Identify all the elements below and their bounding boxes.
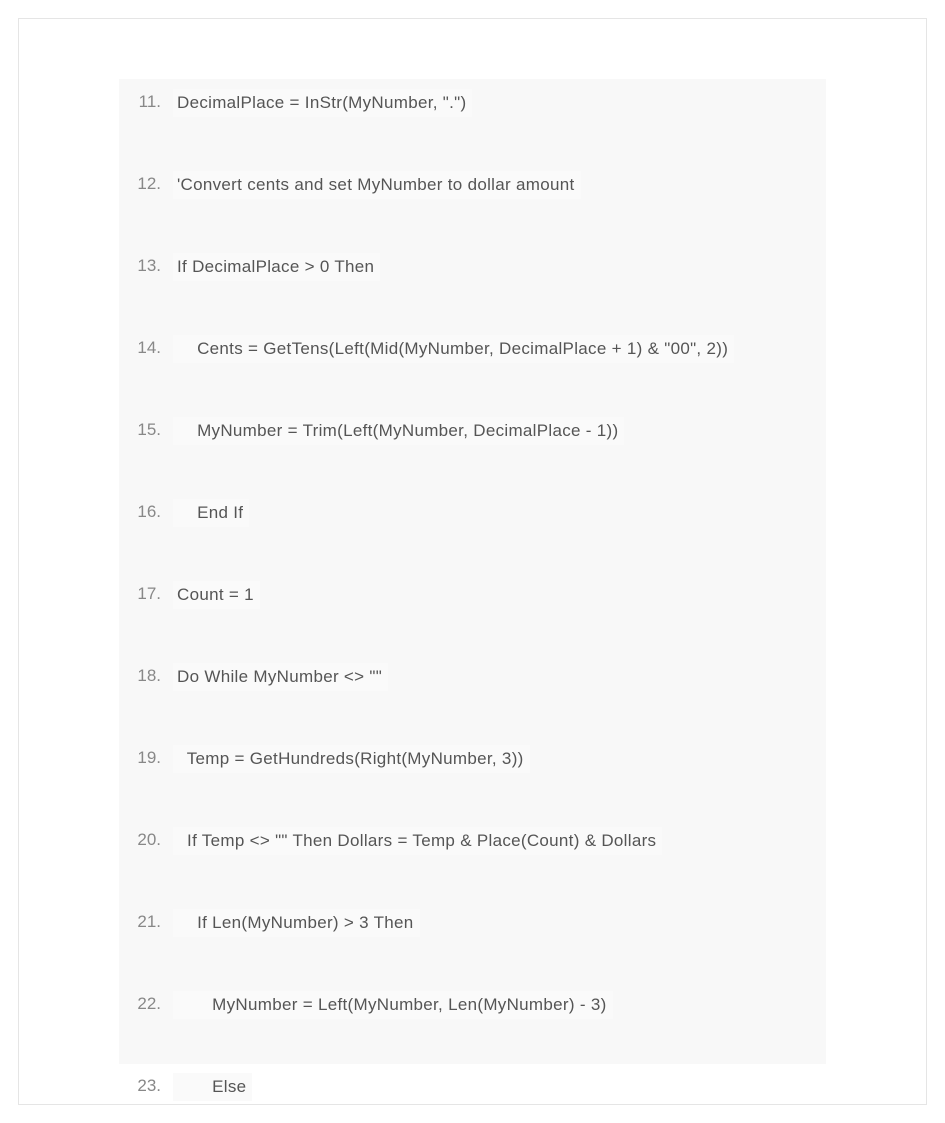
line-number: 21. [125,909,173,935]
code-text: Cents = GetTens(Left(Mid(MyNumber, Decim… [173,335,734,363]
code-line: 18. Do While MyNumber <> "" [125,663,816,691]
code-cell: DecimalPlace = InStr(MyNumber, ".") [173,89,816,117]
code-text: MyNumber = Trim(Left(MyNumber, DecimalPl… [173,417,624,445]
line-number: 11. [125,89,173,115]
code-cell: Count = 1 [173,581,816,609]
code-text: DecimalPlace = InStr(MyNumber, ".") [173,89,472,117]
line-number: 23. [125,1073,173,1099]
line-number: 13. [125,253,173,279]
code-cell: If Len(MyNumber) > 3 Then [173,909,816,937]
code-text: Temp = GetHundreds(Right(MyNumber, 3)) [173,745,530,773]
code-cell: Temp = GetHundreds(Right(MyNumber, 3)) [173,745,816,773]
code-line: 17. Count = 1 [125,581,816,609]
code-text: If DecimalPlace > 0 Then [173,253,380,281]
code-cell: Else [173,1073,816,1101]
code-line: 15. MyNumber = Trim(Left(MyNumber, Decim… [125,417,816,445]
code-line: 20. If Temp <> "" Then Dollars = Temp & … [125,827,816,855]
code-cell: If Temp <> "" Then Dollars = Temp & Plac… [173,827,816,855]
code-line: 19. Temp = GetHundreds(Right(MyNumber, 3… [125,745,816,773]
code-cell: MyNumber = Trim(Left(MyNumber, DecimalPl… [173,417,816,445]
line-number: 18. [125,663,173,689]
code-text: Do While MyNumber <> "" [173,663,388,691]
code-text: Else [173,1073,252,1101]
code-text: If Len(MyNumber) > 3 Then [173,909,420,937]
code-block: 11. DecimalPlace = InStr(MyNumber, ".") … [119,79,826,1064]
code-cell: 'Convert cents and set MyNumber to dolla… [173,171,816,199]
code-text: MyNumber = Left(MyNumber, Len(MyNumber) … [173,991,613,1019]
line-number: 19. [125,745,173,771]
code-line: 13. If DecimalPlace > 0 Then [125,253,816,281]
line-number: 15. [125,417,173,443]
line-number: 14. [125,335,173,361]
code-cell: MyNumber = Left(MyNumber, Len(MyNumber) … [173,991,816,1019]
code-line: 11. DecimalPlace = InStr(MyNumber, ".") [125,89,816,117]
code-line: 16. End If [125,499,816,527]
line-number: 16. [125,499,173,525]
paper-frame: 11. DecimalPlace = InStr(MyNumber, ".") … [18,18,927,1105]
code-cell: If DecimalPlace > 0 Then [173,253,816,281]
code-line: 21. If Len(MyNumber) > 3 Then [125,909,816,937]
code-line: 14. Cents = GetTens(Left(Mid(MyNumber, D… [125,335,816,363]
code-text: 'Convert cents and set MyNumber to dolla… [173,171,581,199]
line-number: 22. [125,991,173,1017]
line-number: 17. [125,581,173,607]
code-cell: End If [173,499,816,527]
code-cell: Cents = GetTens(Left(Mid(MyNumber, Decim… [173,335,816,363]
code-text: Count = 1 [173,581,260,609]
code-text: If Temp <> "" Then Dollars = Temp & Plac… [173,827,662,855]
code-text: End If [173,499,249,527]
line-number: 12. [125,171,173,197]
code-line: 22. MyNumber = Left(MyNumber, Len(MyNumb… [125,991,816,1019]
code-line: 12. 'Convert cents and set MyNumber to d… [125,171,816,199]
line-number: 20. [125,827,173,853]
page: 11. DecimalPlace = InStr(MyNumber, ".") … [0,0,945,1123]
code-line: 23. Else [125,1073,816,1101]
code-cell: Do While MyNumber <> "" [173,663,816,691]
